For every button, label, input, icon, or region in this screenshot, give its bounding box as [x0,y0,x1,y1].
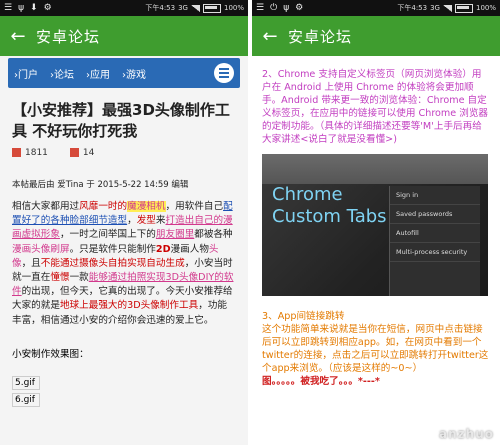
chrome-custom-tabs-image: Chrome Custom Tabs Sign in Saved password… [262,154,488,296]
status-icons: ☰ ⏻ ψ ⚙ [256,3,303,13]
left-screen: ☰ ψ ⬇ ⚙ 下午4:53 3G 100% ← 安卓论坛 ›门户 ›论坛 ›应… [0,0,248,445]
app-title: 安卓论坛 [36,27,101,46]
watermark-logo: anzhuo [439,427,494,441]
article-body: 相信大家都用过风靡一时的魔漫相机，用软件自己配置好了的各种脸部细节造型，发型来打… [12,201,234,326]
usb-icon: ψ [283,3,290,13]
article-content: 2、Chrome 支持自定义标签页（网页浏览体验）用户在 Android 上使用… [252,56,500,445]
article-headline: 【小安推荐】最强3D头像制作工具 不好玩你打死我 [12,101,230,140]
effect-label: 小安制作效果图： [12,348,89,360]
back-arrow-icon[interactable]: ← [0,26,36,47]
app-bar: ← 安卓论坛 [0,16,248,56]
image-menu-item: Sign in [390,186,480,205]
status-right: 下午4:53 3G 100% [397,3,496,13]
views-stat: 1811 [12,148,48,158]
section-app-links: 3、App间链接跳转 这个功能简单来说就是当你在短信，网页中点击链接后可以立即跳… [262,310,490,388]
gif-attachment[interactable]: 5.gif [12,375,40,390]
nav-crumb-forum[interactable]: ›论坛 [50,66,74,81]
replies-icon [69,148,79,157]
back-arrow-icon[interactable]: ← [252,26,288,47]
network-label: 3G [430,4,440,12]
section-heading: 3、App间链接跳转 [262,311,345,322]
battery-level: 100% [475,4,496,12]
power-icon: ⏻ [270,3,278,13]
status-right: 下午4:53 3G 100% [145,3,244,13]
right-screen: ☰ ⏻ ψ ⚙ 下午4:53 3G 100% ← 安卓论坛 2、Chrome 支… [252,0,500,445]
signal-icon [442,4,452,12]
status-bar: ☰ ⏻ ψ ⚙ 下午4:53 3G 100% [252,0,500,16]
article-content: ›门户 ›论坛 ›应用 ›游戏 【小安推荐】最强3D头像制作工具 不好玩你打死我… [0,56,248,445]
forum-navbar: ›门户 ›论坛 ›应用 ›游戏 [8,58,240,88]
notification-icon: ☰ [4,3,13,13]
nav-crumb-portal[interactable]: ›门户 [14,66,38,81]
views-icon [12,148,21,157]
replies-stat: 14 [69,148,94,158]
debug-icon: ⚙ [43,3,52,13]
signal-icon [190,4,200,12]
image-topbar [262,154,488,184]
gif-list: 5.gif 6.gif [12,375,236,407]
gif-attachment[interactable]: 6.gif [12,392,40,407]
status-bar: ☰ ψ ⬇ ⚙ 下午4:53 3G 100% [0,0,248,16]
image-menu-item: Autofill [390,224,480,243]
notification-icon: ☰ [256,3,265,13]
status-time: 下午4:53 [397,4,428,12]
nav-crumb-apps[interactable]: ›应用 [86,66,110,81]
image-title: Chrome Custom Tabs [272,184,387,227]
nav-crumb-games[interactable]: ›游戏 [122,66,146,81]
post-info: 本帖最后由 爱Tina 于 2015-5-22 14:59 编辑 [12,180,189,190]
image-menu-item: Multi-process security [390,243,480,262]
article-stats: 1811 14 [12,148,236,158]
section-chrome-tabs: 2、Chrome 支持自定义标签页（网页浏览体验）用户在 Android 上使用… [262,69,489,145]
section-body: 这个功能简单来说就是当你在短信，网页中点击链接后可以立即跳转到相应app。如，在… [262,324,489,374]
download-icon: ⬇ [30,3,38,13]
battery-level: 100% [223,4,244,12]
image-menu-panel: Sign in Saved passwords Autofill Multi-p… [389,186,480,296]
battery-icon [454,3,473,13]
article: 【小安推荐】最强3D头像制作工具 不好玩你打死我 1811 14 本帖最后由 爱… [0,100,248,407]
usb-icon: ψ [18,3,25,13]
section-tail: 图。。。。。被我吃了。。。*---* [262,376,380,387]
debug-icon: ⚙ [295,3,304,13]
network-label: 3G [178,4,188,12]
status-icons: ☰ ψ ⬇ ⚙ [4,3,52,13]
status-time: 下午4:53 [145,4,176,12]
image-menu-item: Saved passwords [390,205,480,224]
app-title: 安卓论坛 [288,27,353,46]
battery-icon [202,3,221,13]
app-bar: ← 安卓论坛 [252,16,500,56]
menu-icon[interactable] [214,63,234,83]
